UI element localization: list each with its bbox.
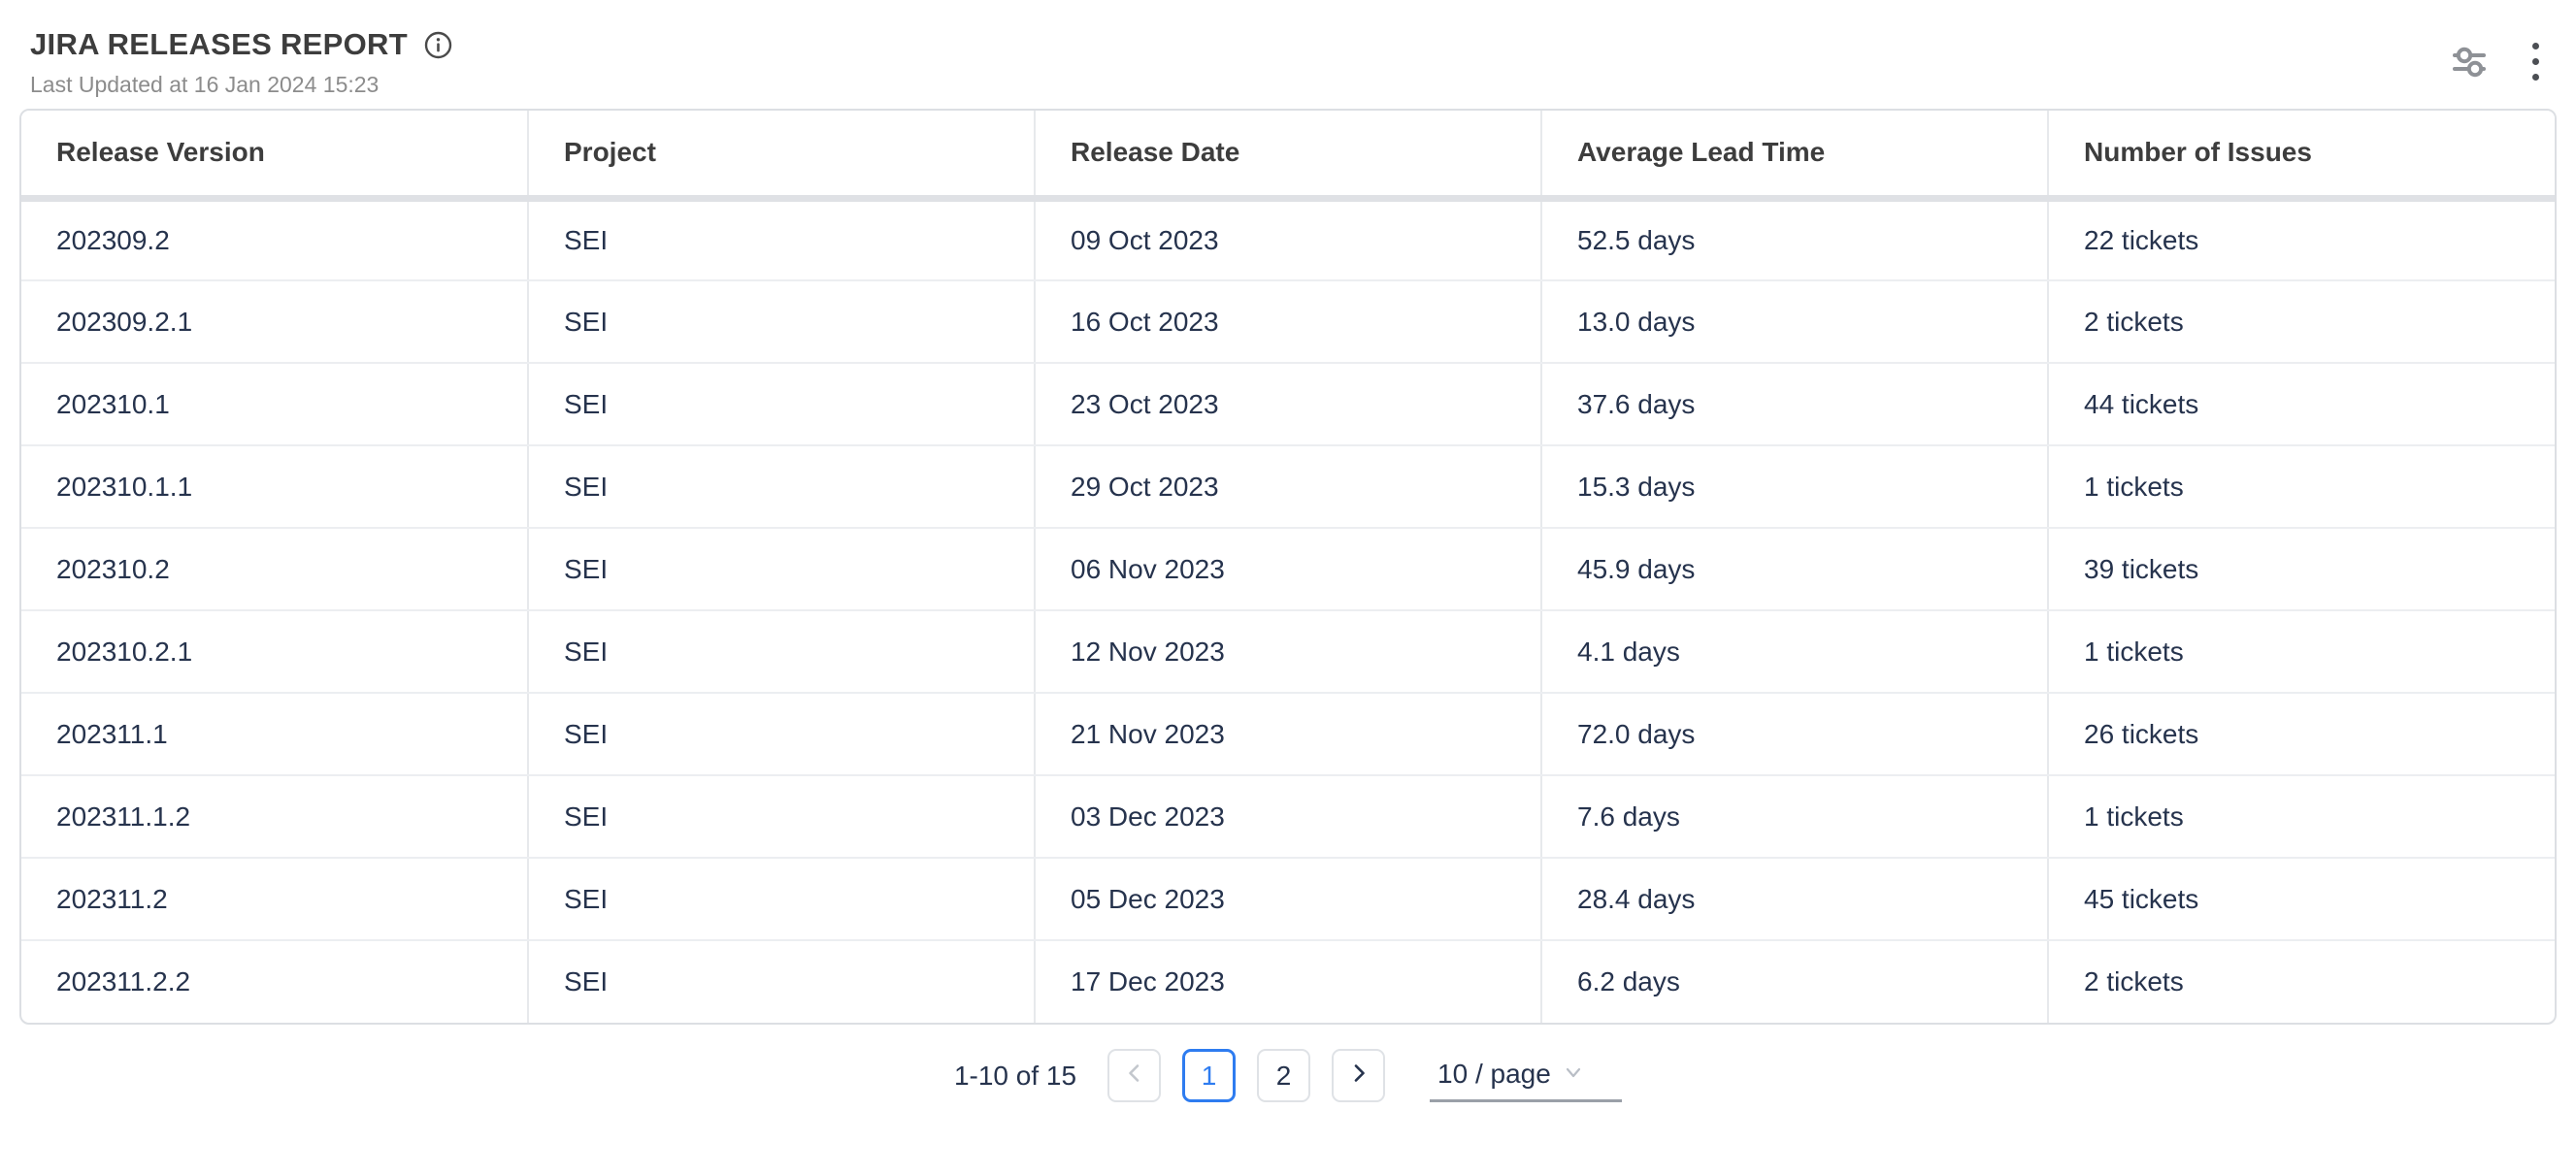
table-cell: 2 tickets	[2048, 940, 2555, 1023]
table-cell: 37.6 days	[1541, 363, 2048, 445]
table-row: 202310.2SEI06 Nov 202345.9 days39 ticket…	[21, 528, 2555, 610]
table-cell: 202310.1	[21, 363, 528, 445]
table-cell: 16 Oct 2023	[1035, 280, 1541, 363]
page-size-value: 10 / page	[1437, 1059, 1551, 1090]
table-cell: 26 tickets	[2048, 693, 2555, 775]
table-cell: 202309.2.1	[21, 280, 528, 363]
table-cell: 22 tickets	[2048, 198, 2555, 280]
table-cell: 44 tickets	[2048, 363, 2555, 445]
col-header-release-date: Release Date	[1035, 111, 1541, 198]
col-header-number-of-issues: Number of Issues	[2048, 111, 2555, 198]
table-cell: SEI	[528, 610, 1035, 693]
table-cell: 15.3 days	[1541, 445, 2048, 528]
prev-page-button[interactable]	[1107, 1049, 1161, 1102]
widget-header-actions	[2451, 43, 2539, 81]
chevron-right-icon	[1347, 1061, 1371, 1092]
table-cell: SEI	[528, 940, 1035, 1023]
table-cell: 7.6 days	[1541, 775, 2048, 858]
title-row: JIRA RELEASES REPORT	[30, 27, 452, 62]
releases-table-card: Release Version Project Release Date Ave…	[19, 109, 2557, 1025]
releases-table: Release Version Project Release Date Ave…	[21, 111, 2555, 1023]
page-title: JIRA RELEASES REPORT	[30, 27, 408, 62]
page-size-select[interactable]: 10 / page	[1430, 1049, 1622, 1102]
col-header-release-version: Release Version	[21, 111, 528, 198]
table-cell: 202310.1.1	[21, 445, 528, 528]
info-circle-icon[interactable]	[424, 31, 452, 59]
table-row: 202311.1SEI21 Nov 202372.0 days26 ticket…	[21, 693, 2555, 775]
table-cell: 09 Oct 2023	[1035, 198, 1541, 280]
table-cell: 2 tickets	[2048, 280, 2555, 363]
table-cell: SEI	[528, 693, 1035, 775]
table-cell: 45.9 days	[1541, 528, 2048, 610]
col-header-average-lead-time: Average Lead Time	[1541, 111, 2048, 198]
table-cell: 23 Oct 2023	[1035, 363, 1541, 445]
table-row: 202311.2SEI05 Dec 202328.4 days45 ticket…	[21, 858, 2555, 940]
table-cell: 06 Nov 2023	[1035, 528, 1541, 610]
table-cell: 52.5 days	[1541, 198, 2048, 280]
table-cell: 1 tickets	[2048, 445, 2555, 528]
kebab-menu-icon[interactable]	[2532, 43, 2539, 81]
chevron-down-icon	[1563, 1062, 1584, 1088]
page-button-1[interactable]: 1	[1182, 1049, 1236, 1102]
table-cell: SEI	[528, 363, 1035, 445]
table-cell: 13.0 days	[1541, 280, 2048, 363]
table-row: 202310.1SEI23 Oct 202337.6 days44 ticket…	[21, 363, 2555, 445]
table-cell: 202311.2	[21, 858, 528, 940]
table-cell: 1 tickets	[2048, 775, 2555, 858]
table-row: 202309.2SEI09 Oct 202352.5 days22 ticket…	[21, 198, 2555, 280]
table-cell: 4.1 days	[1541, 610, 2048, 693]
table-cell: 03 Dec 2023	[1035, 775, 1541, 858]
table-cell: SEI	[528, 528, 1035, 610]
widget-header: JIRA RELEASES REPORT Last Updated at 16 …	[0, 0, 2576, 98]
table-cell: 1 tickets	[2048, 610, 2555, 693]
next-page-button[interactable]	[1332, 1049, 1385, 1102]
page-button-2[interactable]: 2	[1257, 1049, 1310, 1102]
table-cell: 12 Nov 2023	[1035, 610, 1541, 693]
widget-header-left: JIRA RELEASES REPORT Last Updated at 16 …	[30, 27, 452, 98]
table-cell: 6.2 days	[1541, 940, 2048, 1023]
table-row: 202311.2.2SEI17 Dec 20236.2 days2 ticket…	[21, 940, 2555, 1023]
table-cell: 202310.2.1	[21, 610, 528, 693]
table-cell: 29 Oct 2023	[1035, 445, 1541, 528]
table-cell: 39 tickets	[2048, 528, 2555, 610]
table-row: 202310.2.1SEI12 Nov 20234.1 days1 ticket…	[21, 610, 2555, 693]
table-cell: SEI	[528, 445, 1035, 528]
table-cell: SEI	[528, 198, 1035, 280]
table-row: 202309.2.1SEI16 Oct 202313.0 days2 ticke…	[21, 280, 2555, 363]
col-header-project: Project	[528, 111, 1035, 198]
table-cell: 202311.2.2	[21, 940, 528, 1023]
table-cell: 45 tickets	[2048, 858, 2555, 940]
table-cell: 21 Nov 2023	[1035, 693, 1541, 775]
table-cell: SEI	[528, 775, 1035, 858]
table-cell: 202310.2	[21, 528, 528, 610]
jira-releases-report-widget: JIRA RELEASES REPORT Last Updated at 16 …	[0, 0, 2576, 1102]
table-cell: 05 Dec 2023	[1035, 858, 1541, 940]
table-cell: 72.0 days	[1541, 693, 2048, 775]
table-row: 202311.1.2SEI03 Dec 20237.6 days1 ticket…	[21, 775, 2555, 858]
table-header-row: Release Version Project Release Date Ave…	[21, 111, 2555, 198]
pagination: 1-10 of 15 1 2 10 / page	[0, 1049, 2576, 1102]
sliders-icon[interactable]	[2451, 44, 2488, 81]
last-updated-text: Last Updated at 16 Jan 2024 15:23	[30, 72, 452, 98]
pagination-range-text: 1-10 of 15	[954, 1061, 1076, 1092]
table-cell: SEI	[528, 280, 1035, 363]
table-cell: 28.4 days	[1541, 858, 2048, 940]
table-cell: 202311.1.2	[21, 775, 528, 858]
table-cell: 202311.1	[21, 693, 528, 775]
table-cell: SEI	[528, 858, 1035, 940]
table-cell: 202309.2	[21, 198, 528, 280]
table-cell: 17 Dec 2023	[1035, 940, 1541, 1023]
table-row: 202310.1.1SEI29 Oct 202315.3 days1 ticke…	[21, 445, 2555, 528]
chevron-left-icon	[1123, 1061, 1146, 1092]
